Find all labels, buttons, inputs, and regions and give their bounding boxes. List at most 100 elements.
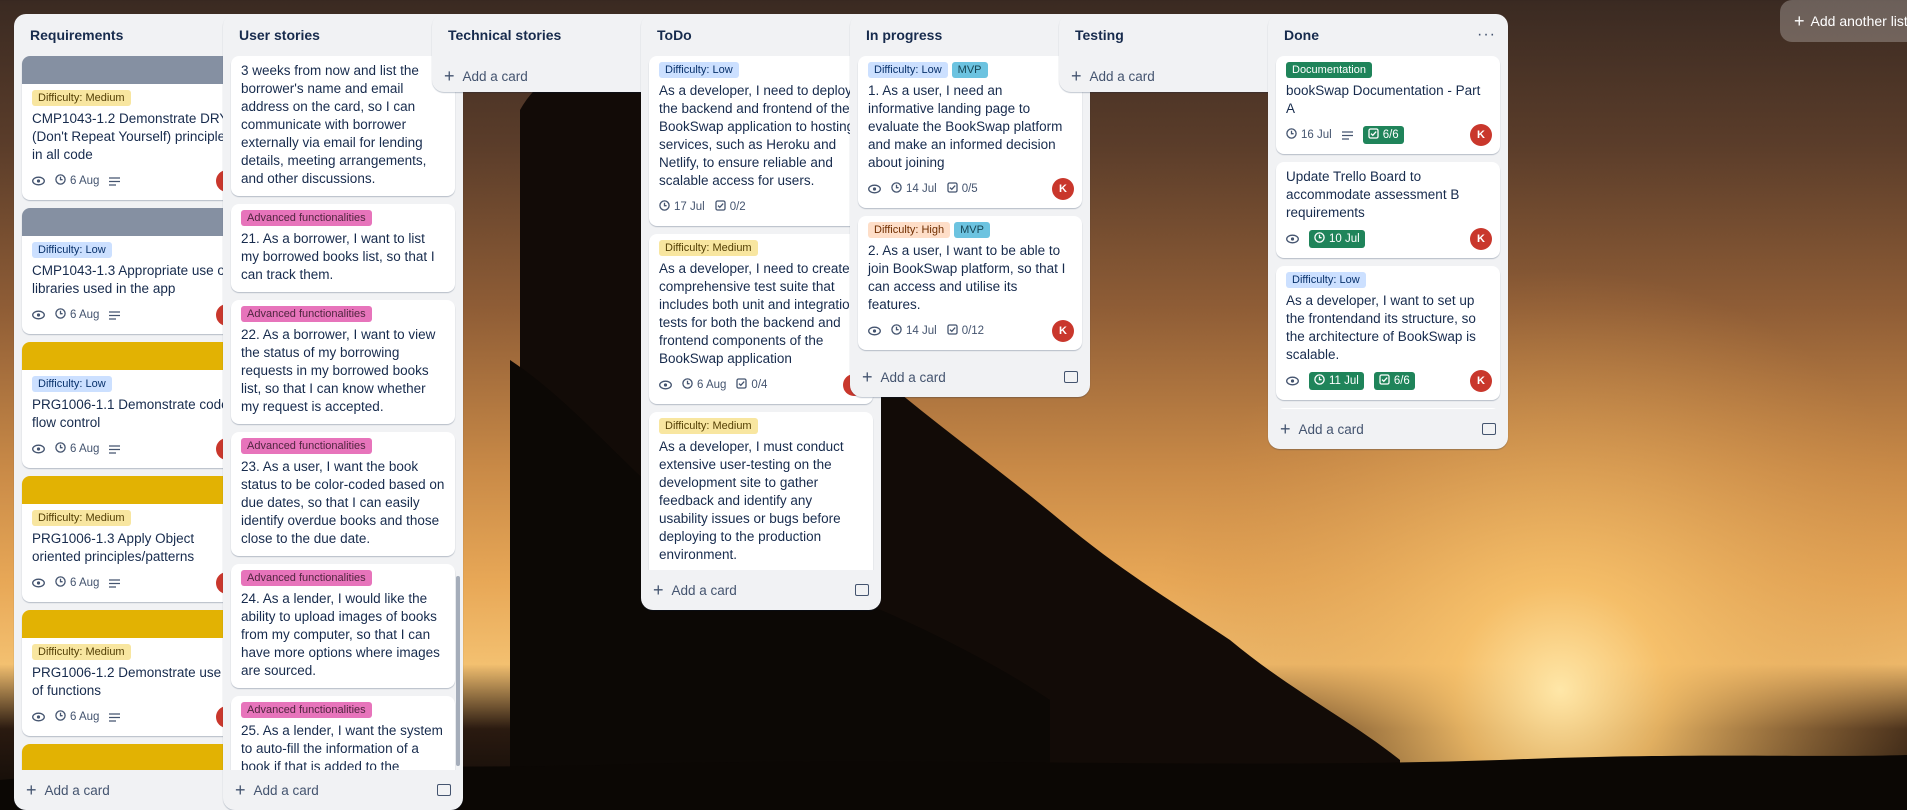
- label-adv[interactable]: Advanced functionalities: [241, 438, 372, 454]
- plus-icon: +: [1794, 11, 1805, 31]
- list-title[interactable]: Requirements: [30, 27, 123, 43]
- card[interactable]: Difficulty: Medium PRG1006-1.2 Demonstrat…: [22, 610, 246, 736]
- clock-icon: [55, 442, 66, 456]
- label-mvp[interactable]: MVP: [951, 62, 988, 78]
- list-title[interactable]: User stories: [239, 27, 320, 43]
- card[interactable]: 3 weeks from now and list the borrower's…: [231, 56, 455, 196]
- label-low[interactable]: Difficulty: Low: [659, 62, 739, 78]
- list-title[interactable]: Testing: [1075, 27, 1124, 43]
- card[interactable]: Advanced functionalities 23. As a user, I…: [231, 432, 455, 556]
- card[interactable]: Difficulty: Medium PRG1006-1.3 Apply Obje…: [22, 476, 246, 602]
- label-high[interactable]: Difficulty: High: [868, 222, 951, 238]
- add-card-button[interactable]: + Add a card: [14, 770, 254, 810]
- due-date-badge[interactable]: 6 Aug: [55, 174, 99, 188]
- label-low[interactable]: Difficulty: Low: [868, 62, 948, 78]
- card-template-icon[interactable]: [437, 784, 451, 796]
- label-medium[interactable]: Difficulty: Medium: [32, 510, 131, 526]
- label-low[interactable]: Difficulty: Low: [1286, 272, 1366, 288]
- avatar[interactable]: K: [1052, 178, 1074, 200]
- card[interactable]: Difficulty: Low CMP1043-1.3 Appropriate u…: [22, 208, 246, 334]
- card-template-icon[interactable]: [855, 584, 869, 596]
- card[interactable]: Difficulty: Medium As a developer, I need…: [649, 234, 873, 404]
- card-labels: Difficulty: Medium: [659, 418, 863, 434]
- due-date-badge[interactable]: 6 Aug: [682, 378, 726, 392]
- card[interactable]: Advanced functionalities 24. As a lender,…: [231, 564, 455, 688]
- due-date-text: 16 Jul: [1301, 129, 1332, 141]
- card-badges: 6 Aug 0/4: [659, 374, 863, 396]
- avatar[interactable]: K: [1470, 124, 1492, 146]
- avatar[interactable]: K: [1470, 228, 1492, 250]
- card-badges: 6 Aug: [32, 438, 236, 460]
- card[interactable]: Difficulty: LowAs a developer, I want to…: [1276, 408, 1500, 409]
- add-card-button[interactable]: + Add a card: [850, 357, 1090, 397]
- card-body: Difficulty: Low MVP 1. As a user, I need a…: [858, 56, 1082, 208]
- label-adv[interactable]: Advanced functionalities: [241, 702, 372, 718]
- label-adv[interactable]: Advanced functionalities: [241, 306, 372, 322]
- card[interactable]: Update Trello Board to accommodate asses…: [1276, 162, 1500, 258]
- list-title[interactable]: In progress: [866, 27, 942, 43]
- card-body: Difficulty: Low As a developer, I need to…: [649, 56, 873, 226]
- card-template-icon[interactable]: [1482, 423, 1496, 435]
- add-card-button[interactable]: + Add a card: [1268, 409, 1508, 449]
- add-card-button[interactable]: + Add a card: [432, 56, 672, 92]
- list-title[interactable]: ToDo: [657, 27, 692, 43]
- card[interactable]: Advanced functionalities 22. As a borrowe…: [231, 300, 455, 424]
- card[interactable]: Advanced functionalities 25. As a lender,…: [231, 696, 455, 770]
- due-date-badge[interactable]: 6 Aug: [55, 308, 99, 322]
- label-medium[interactable]: Difficulty: Medium: [659, 240, 758, 256]
- clock-icon: [55, 576, 66, 590]
- due-date-badge[interactable]: 14 Jul: [891, 182, 937, 196]
- card[interactable]: Advanced functionalities 21. As a borrowe…: [231, 204, 455, 292]
- card-body: Difficulty: Medium As a developer, I need…: [649, 234, 873, 404]
- card[interactable]: Difficulty: High MVP 2. As a user, I want …: [858, 216, 1082, 350]
- card[interactable]: Difficulty: Low As a developer, I need to…: [649, 56, 873, 226]
- due-date-badge[interactable]: 17 Jul: [659, 200, 705, 214]
- card[interactable]: Difficulty: Low PRG1006-1.1 Demonstrate c…: [22, 342, 246, 468]
- clock-icon: [55, 308, 66, 322]
- avatar[interactable]: K: [1470, 370, 1492, 392]
- card-body: Advanced functionalities 25. As a lender,…: [231, 696, 455, 770]
- due-date-badge[interactable]: 6 Aug: [55, 710, 99, 724]
- label-adv[interactable]: Advanced functionalities: [241, 570, 372, 586]
- scrollbar[interactable]: [456, 576, 460, 766]
- card-template-icon[interactable]: [1064, 371, 1078, 383]
- card[interactable]: Difficulty: Medium CMP1043-1.2 Demonstrat…: [22, 56, 246, 200]
- list-menu-icon[interactable]: ···: [1477, 26, 1496, 44]
- checklist-icon: [1379, 374, 1390, 388]
- due-date-badge[interactable]: 6 Aug: [55, 442, 99, 456]
- due-date-badge[interactable]: 6 Aug: [55, 576, 99, 590]
- list-title[interactable]: Done: [1284, 27, 1319, 43]
- add-card-button[interactable]: + Add a card: [223, 770, 463, 810]
- card[interactable]: Difficulty: Medium As a developer, I must…: [649, 412, 873, 570]
- list-header: Done ···: [1268, 14, 1508, 56]
- label-low[interactable]: Difficulty: Low: [32, 242, 112, 258]
- clock-icon: [891, 182, 902, 196]
- label-mvp[interactable]: MVP: [954, 222, 990, 238]
- card[interactable]: Documentation bookSwap Documentation - Pa…: [1276, 56, 1500, 154]
- due-date-badge[interactable]: 14 Jul: [891, 324, 937, 338]
- label-medium[interactable]: Difficulty: Medium: [659, 418, 758, 434]
- card[interactable]: Difficulty: Low MVP 1. As a user, I need a…: [858, 56, 1082, 208]
- add-card-button[interactable]: + Add a card: [641, 570, 881, 610]
- label-adv[interactable]: Advanced functionalities: [241, 210, 372, 226]
- due-date-text: 6 Aug: [70, 309, 100, 321]
- card-title: 1. As a user, I need an informative land…: [868, 83, 1063, 170]
- due-date-badge[interactable]: 10 Jul: [1309, 230, 1365, 248]
- label-medium[interactable]: Difficulty: Medium: [32, 644, 131, 660]
- list-title[interactable]: Technical stories: [448, 27, 561, 43]
- label-medium[interactable]: Difficulty: Medium: [32, 90, 131, 106]
- card[interactable]: Difficulty: Medium: [22, 744, 246, 770]
- plus-icon: +: [444, 66, 455, 86]
- checklist-count: 0/12: [961, 325, 985, 337]
- due-date-badge[interactable]: 11 Jul: [1309, 372, 1364, 390]
- add-card-button[interactable]: + Add a card: [1059, 56, 1299, 92]
- label-doc[interactable]: Documentation: [1286, 62, 1372, 78]
- list-in-progress: In progress···Difficulty: LowMVP1. As a …: [850, 14, 1090, 397]
- label-low[interactable]: Difficulty: Low: [32, 376, 112, 392]
- avatar[interactable]: K: [1052, 320, 1074, 342]
- due-date-badge[interactable]: 16 Jul: [1286, 128, 1332, 142]
- card[interactable]: Difficulty: LowAs a developer, I want to…: [1276, 266, 1500, 400]
- due-date-text: 6 Aug: [697, 379, 727, 391]
- list-header: Requirements···: [14, 14, 254, 56]
- add-list-button[interactable]: + Add another list: [1780, 0, 1907, 42]
